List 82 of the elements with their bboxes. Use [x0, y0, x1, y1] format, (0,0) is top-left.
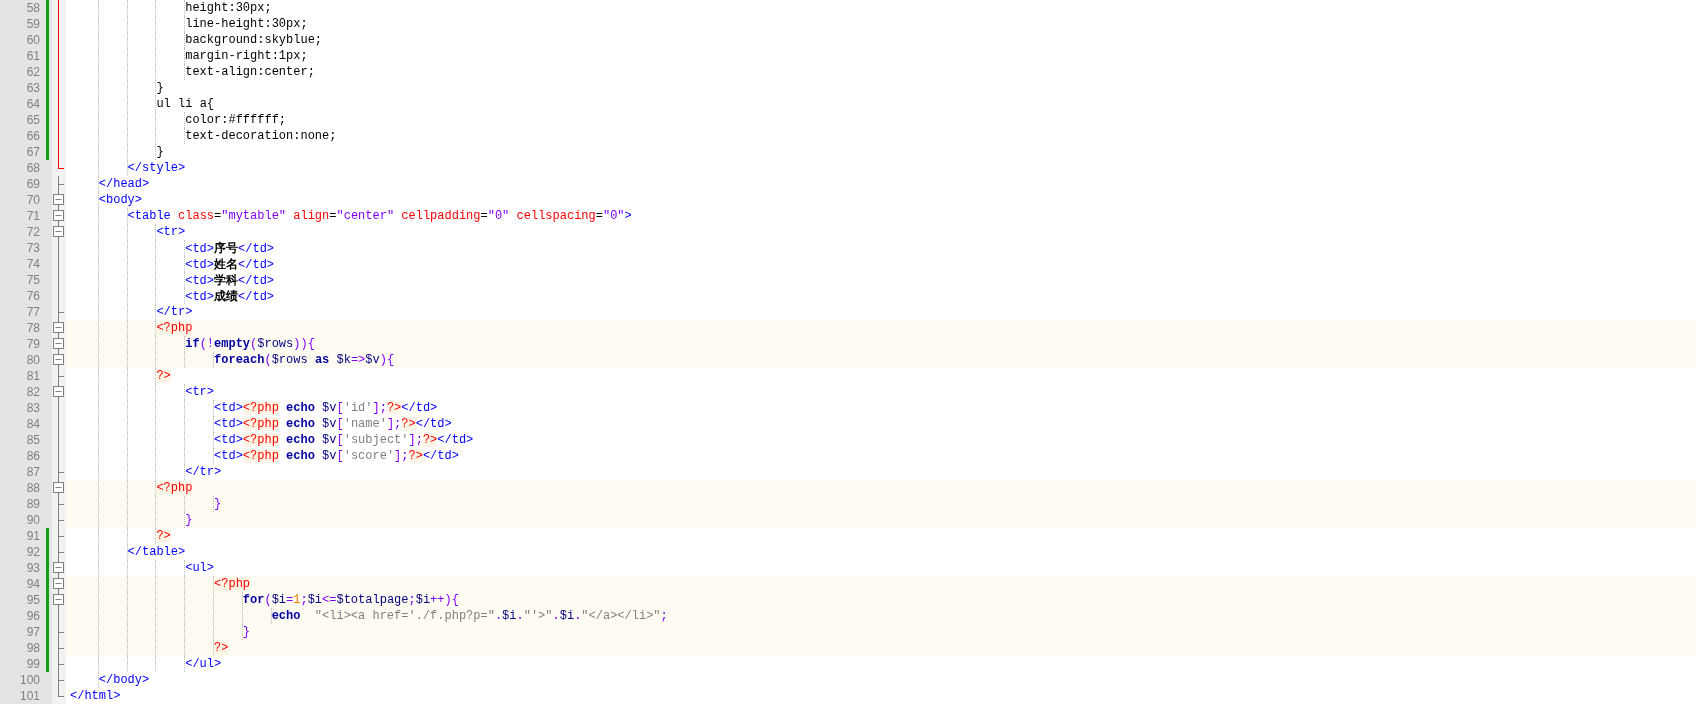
code-line: text-align:center;	[184, 64, 315, 80]
code-line: </table>	[126, 544, 186, 560]
code-line: }	[155, 144, 164, 160]
code-line: for($i=1;$i<=$totalpage;$i++){	[241, 592, 459, 608]
line-number: 87	[0, 464, 46, 480]
line-number: 75	[0, 272, 46, 288]
code-line: }	[184, 512, 193, 528]
code-line: <td><?php echo $v['name'];?></td>	[213, 416, 452, 432]
line-number: 90	[0, 512, 46, 528]
line-number: 71	[0, 208, 46, 224]
line-number: 92	[0, 544, 46, 560]
code-line: <td>序号</td>	[184, 240, 275, 257]
line-number: 60	[0, 32, 46, 48]
line-number: 58	[0, 0, 46, 16]
line-number: 63	[0, 80, 46, 96]
code-line: </tr>	[184, 464, 222, 480]
code-line: <td>学科</td>	[184, 272, 275, 289]
code-line: color:#ffffff;	[184, 112, 287, 128]
code-line: <ul>	[184, 560, 215, 576]
code-line: <table class="mytable" align="center" cellpadding="0" cellspacing="0">	[126, 208, 632, 224]
line-number: 100	[0, 672, 46, 688]
code-line: }	[241, 624, 251, 640]
line-number: 69	[0, 176, 46, 192]
line-number: 97	[0, 624, 46, 640]
line-number: 72	[0, 224, 46, 240]
line-number: 77	[0, 304, 46, 320]
line-number: 66	[0, 128, 46, 144]
code-line: </head>	[97, 176, 150, 192]
code-line: echo "<li><a href='./f.php?p=".$i."'>".$i."</a></li>";	[270, 608, 668, 624]
line-number: 94	[0, 576, 46, 592]
line-number: 89	[0, 496, 46, 512]
line-number: 65	[0, 112, 46, 128]
line-number: 61	[0, 48, 46, 64]
code-line: <td>姓名</td>	[184, 256, 275, 273]
code-line: </body>	[97, 672, 150, 688]
code-line: margin-right:1px;	[184, 48, 308, 64]
code-line: <tr>	[184, 384, 215, 400]
line-number: 95	[0, 592, 46, 608]
line-number: 59	[0, 16, 46, 32]
line-number: 62	[0, 64, 46, 80]
line-number: 101	[0, 688, 46, 704]
code-line: if(!empty($rows)){	[184, 336, 315, 352]
line-number: 85	[0, 432, 46, 448]
line-number: 76	[0, 288, 46, 304]
line-number: 98	[0, 640, 46, 656]
code-line: ul li a{	[155, 96, 215, 112]
line-number: 73	[0, 240, 46, 256]
line-number: 81	[0, 368, 46, 384]
line-number: 99	[0, 656, 46, 672]
code-line: <td><?php echo $v['id'];?></td>	[213, 400, 438, 416]
line-number: 67	[0, 144, 46, 160]
code-line: <td><?php echo $v['subject'];?></td>	[213, 432, 474, 448]
code-line: text-decoration:none;	[184, 128, 337, 144]
code-line: </ul>	[184, 656, 222, 672]
line-number: 86	[0, 448, 46, 464]
line-number: 96	[0, 608, 46, 624]
line-number: 84	[0, 416, 46, 432]
line-number: 82	[0, 384, 46, 400]
line-number: 93	[0, 560, 46, 576]
code-line: foreach($rows as $k=>$v){	[213, 352, 395, 368]
line-number: 78	[0, 320, 46, 336]
code-line: line-height:30px;	[184, 16, 308, 32]
line-number: 80	[0, 352, 46, 368]
code-line: </html>	[70, 688, 121, 704]
code-line: }	[213, 496, 222, 512]
code-line: height:30px;	[184, 0, 272, 16]
line-number: 64	[0, 96, 46, 112]
code-line: <tr>	[155, 224, 186, 240]
line-number: 74	[0, 256, 46, 272]
code-line: <body>	[97, 192, 143, 208]
line-number: 88	[0, 480, 46, 496]
line-number: 70	[0, 192, 46, 208]
code-line: </style>	[126, 160, 186, 176]
line-number: 68	[0, 160, 46, 176]
code-line: <td><?php echo $v['score'];?></td>	[213, 448, 459, 464]
code-line: background:skyblue;	[184, 32, 323, 48]
line-number: 91	[0, 528, 46, 544]
code-line: <td>成绩</td>	[184, 288, 275, 305]
line-number: 83	[0, 400, 46, 416]
line-number: 79	[0, 336, 46, 352]
code-line: }	[155, 80, 164, 96]
code-line: </tr>	[155, 304, 193, 320]
